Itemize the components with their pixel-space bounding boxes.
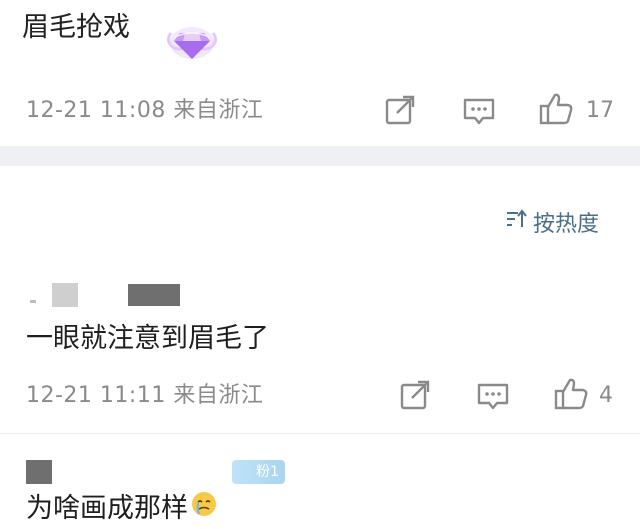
comment-icon[interactable] [461, 93, 497, 129]
comment-icon[interactable] [475, 378, 511, 414]
crying-emoji-icon [190, 490, 218, 529]
comment-text: 为啥画成那样 [26, 490, 218, 529]
divider [0, 433, 640, 434]
like-count: 17 [586, 98, 614, 123]
comment-text: 一眼就注意到眉毛了 [26, 323, 269, 354]
share-icon[interactable] [382, 93, 418, 129]
redacted-username [52, 283, 78, 307]
sort-toggle[interactable]: 按热度 [505, 206, 599, 238]
section-divider [0, 146, 640, 166]
thumbs-up-icon[interactable] [538, 91, 574, 127]
redacted-username [128, 284, 180, 306]
fan-badge-label: 粉1 [256, 464, 279, 480]
sort-icon [505, 208, 527, 236]
like-count: 4 [599, 383, 613, 408]
comment-text: 眉毛抢戏 [22, 12, 130, 43]
sort-label: 按热度 [533, 212, 600, 237]
fan-badge: 粉1 [232, 460, 285, 484]
avatar [30, 300, 36, 303]
redacted-username [26, 460, 52, 484]
thumbs-up-icon[interactable] [553, 376, 589, 412]
comment-meta: 12-21 11:11 来自浙江 [26, 383, 264, 408]
share-icon[interactable] [397, 378, 433, 414]
comment-meta: 12-21 11:08 来自浙江 [26, 98, 264, 123]
diamond-badge-icon [163, 3, 221, 63]
comment-text-content: 为啥画成那样 [26, 493, 188, 524]
